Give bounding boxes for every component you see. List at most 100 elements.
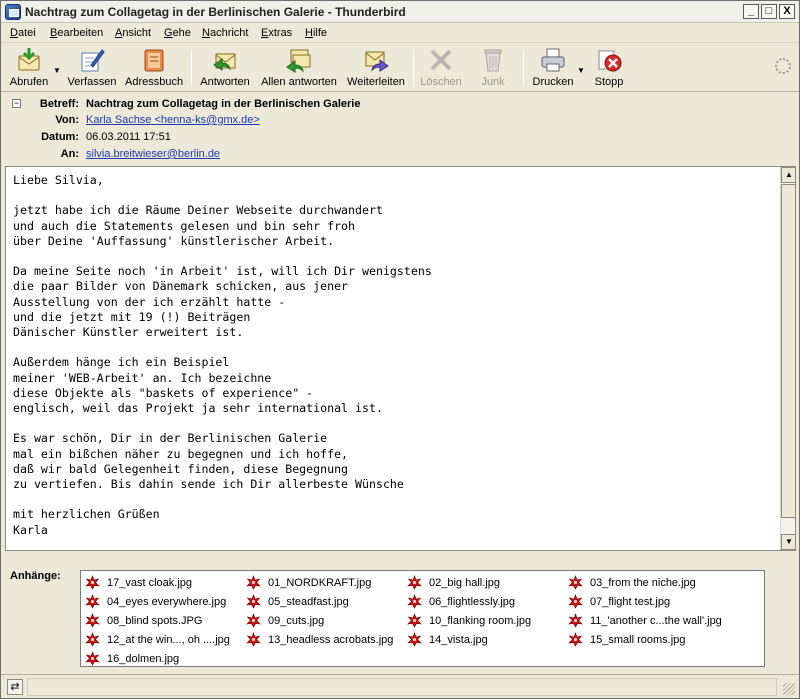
attachment-name: 09_cuts.jpg [268, 615, 325, 627]
image-attachment-icon [407, 575, 422, 590]
main-toolbar: Abrufen ▼ Verfassen Adressbuch Antworten [1, 44, 799, 92]
menu-hilfe[interactable]: Hilfe [305, 27, 327, 39]
menu-gehe[interactable]: Gehe [164, 27, 191, 39]
image-attachment-icon [85, 651, 100, 666]
menu-nachricht[interactable]: Nachricht [202, 27, 248, 39]
attachment-name: 01_NORDKRAFT.jpg [268, 577, 372, 589]
date-value: 06.03.2011 17:51 [86, 131, 171, 143]
attachment-name: 10_flanking room.jpg [429, 615, 532, 627]
message-body-pane[interactable]: Liebe Silvia, jetzt habe ich die Räume D… [5, 166, 796, 551]
attachments-label: Anhänge: [10, 570, 61, 582]
reply-all-button[interactable]: Allen antworten [259, 47, 339, 91]
menu-extras[interactable]: Extras [261, 27, 292, 39]
compose-label: Verfassen [67, 76, 117, 88]
image-attachment-icon [568, 575, 583, 590]
attachment-item[interactable]: 08_blind spots.JPG [85, 612, 243, 630]
vertical-scrollbar[interactable]: ▲ ▼ [780, 167, 795, 550]
image-attachment-icon [407, 632, 422, 647]
attachment-item[interactable]: 07_flight test.jpg [568, 593, 726, 611]
junk-button[interactable]: Junk [471, 47, 515, 91]
delete-label: Löschen [420, 76, 462, 88]
toolbar-separator [191, 50, 192, 86]
image-attachment-icon [568, 613, 583, 628]
address-book-label: Adressbuch [125, 76, 184, 88]
image-attachment-icon [568, 632, 583, 647]
attachment-item[interactable]: 14_vista.jpg [407, 631, 565, 649]
attachment-item[interactable]: 01_NORDKRAFT.jpg [246, 574, 404, 592]
delete-button[interactable]: Löschen [419, 47, 463, 91]
address-book-button[interactable]: Adressbuch [125, 47, 183, 91]
attachment-item[interactable]: 09_cuts.jpg [246, 612, 404, 630]
activity-throbber-icon [775, 58, 791, 74]
attachment-name: 14_vista.jpg [429, 634, 488, 646]
get-mail-dropdown-icon[interactable]: ▼ [53, 66, 61, 75]
image-attachment-icon [85, 632, 100, 647]
scroll-up-button[interactable]: ▲ [781, 167, 795, 183]
attachment-item[interactable]: 02_big hall.jpg [407, 574, 565, 592]
from-value[interactable]: Karla Sachse <henna-ks@gmx.de> [86, 114, 260, 126]
to-value[interactable]: silvia.breitwieser@berlin.de [86, 148, 220, 160]
image-attachment-icon [407, 594, 422, 609]
reply-button[interactable]: Antworten [197, 47, 253, 91]
reply-all-icon [286, 47, 312, 73]
menu-datei[interactable]: Datei [10, 27, 36, 39]
attachment-item[interactable]: 06_flightlessly.jpg [407, 593, 565, 611]
reply-all-label: Allen antworten [261, 76, 337, 88]
attachment-name: 02_big hall.jpg [429, 577, 500, 589]
get-mail-label: Abrufen [9, 76, 49, 88]
attachment-name: 17_vast cloak.jpg [107, 577, 192, 589]
menu-bearbeiten[interactable]: Bearbeiten [50, 27, 103, 39]
menu-bar: Datei Bearbeiten Ansicht Gehe Nachricht … [1, 23, 799, 43]
junk-icon [480, 47, 506, 73]
online-status-icon[interactable]: ⇄ [7, 679, 23, 695]
stop-button[interactable]: Stopp [589, 47, 629, 91]
attachment-item[interactable]: 10_flanking room.jpg [407, 612, 565, 630]
get-mail-button[interactable]: Abrufen [7, 47, 51, 91]
print-dropdown-icon[interactable]: ▼ [577, 66, 585, 75]
forward-button[interactable]: Weiterleiten [345, 47, 407, 91]
image-attachment-icon [407, 613, 422, 628]
image-attachment-icon [85, 613, 100, 628]
maximize-button[interactable]: □ [761, 4, 777, 19]
close-button[interactable]: X [779, 4, 795, 19]
compose-icon [79, 47, 105, 73]
attachment-item[interactable]: 11_'another c...the wall'.jpg [568, 612, 726, 630]
image-attachment-icon [246, 575, 261, 590]
print-button[interactable]: Drucken [531, 47, 575, 91]
attachment-item[interactable]: 04_eyes everywhere.jpg [85, 593, 243, 611]
compose-button[interactable]: Verfassen [67, 47, 117, 91]
attachment-name: 06_flightlessly.jpg [429, 596, 516, 608]
attachment-item[interactable]: 16_dolmen.jpg [85, 650, 243, 668]
attachment-name: 08_blind spots.JPG [107, 615, 203, 627]
attachment-list: 17_vast cloak.jpg 01_NORDKRAFT.jpg 02_big … [80, 570, 765, 667]
image-attachment-icon [246, 594, 261, 609]
to-label: An: [60, 148, 79, 160]
reply-label: Antworten [200, 76, 250, 88]
menu-ansicht[interactable]: Ansicht [115, 27, 151, 39]
attachment-item[interactable]: 13_headless acrobats.jpg [246, 631, 404, 649]
date-label: Datum: [41, 131, 79, 143]
attachment-item[interactable]: 03_from the niche.jpg [568, 574, 726, 592]
title-bar[interactable]: Nachtrag zum Collagetag in der Berlinisc… [1, 1, 799, 23]
resize-grip-icon[interactable] [783, 683, 795, 695]
attachment-name: 07_flight test.jpg [590, 596, 671, 608]
scroll-thumb[interactable] [781, 184, 795, 518]
attachment-item[interactable]: 05_steadfast.jpg [246, 593, 404, 611]
scroll-down-button[interactable]: ▼ [781, 534, 795, 550]
attachment-item[interactable]: 15_small rooms.jpg [568, 631, 726, 649]
get-mail-icon [16, 47, 42, 73]
message-body-text: Liebe Silvia, jetzt habe ich die Räume D… [13, 173, 432, 537]
minimize-button[interactable]: _ [743, 4, 759, 19]
delete-icon [428, 47, 454, 73]
attachment-item[interactable]: 17_vast cloak.jpg [85, 574, 243, 592]
attachment-item[interactable]: 12_at the win..., oh ....jpg [85, 631, 243, 649]
image-attachment-icon [85, 575, 100, 590]
reply-icon [212, 47, 238, 73]
print-icon [540, 47, 566, 73]
print-label: Drucken [532, 76, 574, 88]
thunderbird-app-icon [5, 4, 21, 20]
attachment-name: 03_from the niche.jpg [590, 577, 696, 589]
attachment-name: 12_at the win..., oh ....jpg [107, 634, 230, 646]
toolbar-separator [523, 50, 524, 86]
attachment-name: 13_headless acrobats.jpg [268, 634, 394, 646]
